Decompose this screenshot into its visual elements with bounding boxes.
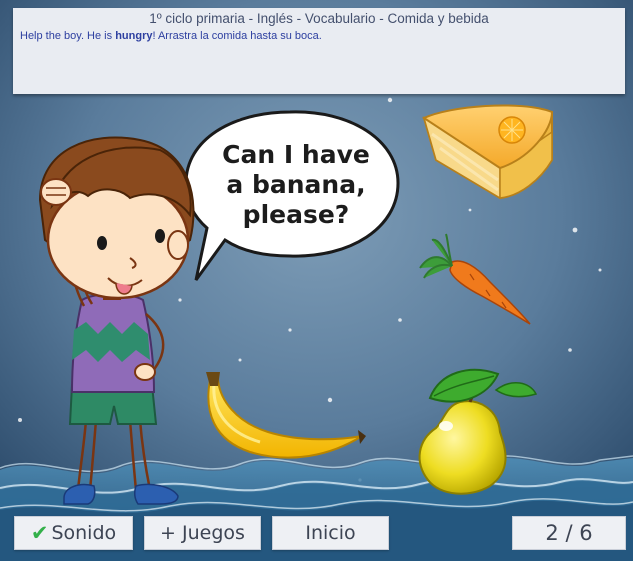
sound-toggle-button[interactable]: ✔ Sonido <box>14 516 133 550</box>
home-label: Inicio <box>305 522 356 544</box>
speech-line-3: please? <box>242 200 350 229</box>
instruction-text: Help the boy. He is hungry! Arrastra la … <box>20 30 322 42</box>
instruction-after: ! Arrastra la comida hasta su boca. <box>152 30 322 42</box>
instruction-bold: hungry <box>115 30 153 42</box>
activity-header: 1º ciclo primaria - Inglés - Vocabulario… <box>13 8 625 94</box>
activity-title: 1º ciclo primaria - Inglés - Vocabulario… <box>149 11 489 26</box>
speech-line-2: a banana, <box>226 170 366 199</box>
game-stage: 1º ciclo primaria - Inglés - Vocabulario… <box>0 0 633 561</box>
progress-text: 2 / 6 <box>545 521 593 545</box>
instruction-before: Help the boy. He is <box>20 30 116 42</box>
speech-line-1: Can I have <box>222 140 370 169</box>
home-button[interactable]: Inicio <box>272 516 389 550</box>
sound-label: Sonido <box>51 522 117 544</box>
more-games-label: + Juegos <box>160 522 245 544</box>
speech-text: Can I have a banana, please? <box>196 140 396 230</box>
check-icon: ✔ <box>30 521 49 545</box>
more-games-button[interactable]: + Juegos <box>144 516 261 550</box>
progress-counter: 2 / 6 <box>512 516 626 550</box>
